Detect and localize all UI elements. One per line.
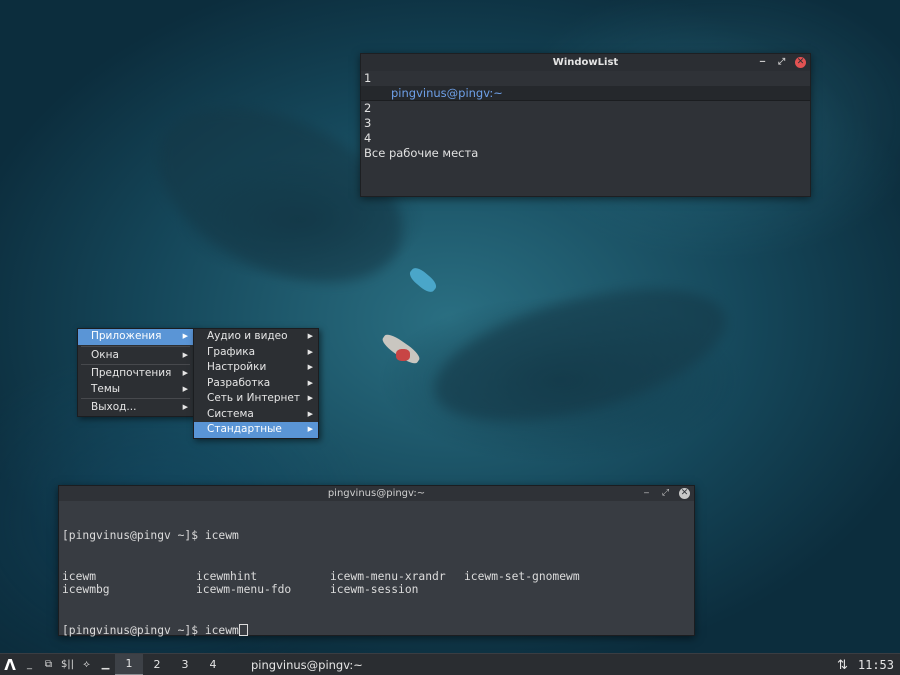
chevron-right-icon: ▶: [182, 403, 188, 411]
minimize-icon[interactable]: ‒: [641, 488, 652, 499]
menu-item-label: Стандартные: [207, 423, 282, 435]
wallpaper-surfer-1: [407, 264, 439, 296]
menu-item-label: Графика: [207, 345, 256, 358]
menu-item-windows[interactable]: Окна ▶: [78, 348, 193, 364]
terminal-titlebar[interactable]: pingvinus@pingv:~ ‒ ⤢ ✕: [59, 486, 694, 501]
chevron-right-icon: ▶: [307, 347, 313, 356]
workspace-button-2[interactable]: 2: [143, 654, 171, 675]
submenu-item-audio-video[interactable]: Аудио и видео ▶: [194, 329, 318, 345]
chevron-right-icon: ▶: [182, 332, 188, 340]
windowlist-tree: 1 pingvinus@pingv:~ 2 3 4 Все рабочие ме…: [361, 71, 810, 161]
chevron-right-icon: ▶: [307, 378, 313, 387]
terminal-line-1: [pingvinus@pingv ~]$ icewm: [62, 529, 691, 543]
terminal-line-current: [pingvinus@pingv ~]$ icewm: [62, 623, 691, 638]
menu-separator: [81, 364, 190, 365]
applications-submenu: Аудио и видео ▶ Графика ▶ Настройки ▶ Ра…: [193, 328, 319, 439]
settings-launcher-icon[interactable]: ⟡: [77, 654, 96, 675]
menu-item-label: Настройки: [207, 361, 267, 373]
menu-item-label: Сеть и Интернет: [207, 392, 300, 404]
completion-list: icewm icewmhint icewm-menu-xrandr icewm-…: [62, 570, 691, 597]
show-desktop-icon[interactable]: _: [20, 654, 39, 675]
chevron-right-icon: ▶: [182, 369, 188, 377]
menu-item-label: Выход...: [91, 401, 137, 413]
completion-item: icewm-menu-fdo: [196, 583, 292, 596]
maximize-icon[interactable]: ⤢: [660, 488, 671, 499]
windowlist-title: WindowList: [552, 57, 619, 68]
windowlist-window: WindowList ‒ ⤢ ✕ 1 pingvinus@pingv:~ 2 3…: [360, 53, 811, 197]
menu-item-label: Приложения: [91, 330, 162, 342]
completion-item: icewm-menu-xrandr: [330, 569, 446, 583]
chevron-right-icon: ▶: [307, 332, 313, 340]
menu-separator: [81, 398, 190, 399]
desktop: { "windowlist": { "title": "WindowList",…: [0, 0, 900, 675]
wallpaper-surfer-2-person: [396, 349, 410, 361]
clock[interactable]: 11:53: [858, 658, 894, 672]
workspace-button-3[interactable]: 3: [171, 654, 199, 675]
chevron-right-icon: ▶: [307, 363, 313, 371]
workspace-button-4[interactable]: 4: [199, 654, 227, 675]
chevron-right-icon: ▶: [307, 409, 313, 418]
menu-item-logout[interactable]: Выход... ▶: [78, 400, 193, 416]
taskbar-task-terminal[interactable]: pingvinus@pingv:~: [241, 654, 373, 675]
submenu-item-system[interactable]: Система ▶: [194, 407, 318, 423]
terminal-title: pingvinus@pingv:~: [327, 488, 426, 499]
menu-item-label: Система: [207, 407, 254, 420]
close-icon[interactable]: ✕: [679, 488, 690, 499]
terminal-launcher-icon[interactable]: $||: [58, 654, 77, 675]
completion-item: icewmbg: [62, 583, 110, 596]
chevron-right-icon: ▶: [182, 350, 188, 359]
terminal-prompt: [pingvinus@pingv ~]$: [62, 623, 205, 637]
cpu-monitor-icon: ▁: [101, 659, 110, 670]
start-menu: Приложения ▶ Окна ▶ Предпочтения ▶ Темы …: [77, 328, 194, 417]
close-icon[interactable]: ✕: [795, 57, 806, 68]
system-tray: ⇅ 11:53: [837, 654, 894, 675]
window-list-icon[interactable]: ⧉: [39, 654, 58, 675]
chevron-right-icon: ▶: [182, 384, 188, 393]
workspace-item-1[interactable]: 1: [364, 71, 807, 86]
terminal-prompt: [pingvinus@pingv ~]$: [62, 529, 205, 542]
submenu-item-settings[interactable]: Настройки ▶: [194, 360, 318, 376]
submenu-item-graphics[interactable]: Графика ▶: [194, 345, 318, 361]
minimize-icon[interactable]: ‒: [757, 57, 768, 68]
window-item-terminal[interactable]: pingvinus@pingv:~: [361, 86, 810, 101]
terminal-window: pingvinus@pingv:~ ‒ ⤢ ✕ [pingvinus@pingv…: [58, 485, 695, 637]
completion-item: icewm: [62, 569, 97, 583]
all-workspaces-item[interactable]: Все рабочие места: [364, 146, 807, 161]
menu-item-applications[interactable]: Приложения ▶: [78, 329, 193, 345]
maximize-icon[interactable]: ⤢: [776, 57, 787, 68]
workspace-item-2[interactable]: 2: [364, 101, 807, 116]
submenu-item-network[interactable]: Сеть и Интернет ▶: [194, 391, 318, 407]
completion-item: icewmhint: [196, 569, 258, 583]
workspace-button-1[interactable]: 1: [115, 653, 143, 675]
wallpaper-whale-tail: [420, 263, 740, 447]
terminal-output[interactable]: [pingvinus@pingv ~]$ icewm icewm icewmhi…: [59, 501, 694, 665]
menu-separator: [81, 345, 190, 347]
menu-item-label: Окна: [91, 348, 119, 361]
menu-item-label: Разработка: [207, 376, 271, 389]
terminal-command: icewm: [204, 623, 239, 637]
menu-item-label: Предпочтения: [91, 367, 172, 379]
menu-item-themes[interactable]: Темы ▶: [78, 382, 193, 398]
windowlist-titlebar[interactable]: WindowList ‒ ⤢ ✕: [361, 54, 810, 71]
start-menu-button[interactable]: Λ: [0, 654, 20, 675]
menu-item-label: Аудио и видео: [207, 330, 288, 342]
network-icon[interactable]: ⇅: [837, 658, 848, 673]
submenu-item-accessories[interactable]: Стандартные ▶: [194, 422, 318, 438]
chevron-right-icon: ▶: [307, 425, 313, 433]
menu-item-preferences[interactable]: Предпочтения ▶: [78, 366, 193, 382]
completion-item: icewm-set-gnomewm: [464, 569, 580, 583]
terminal-cursor: [238, 623, 248, 636]
workspace-item-3[interactable]: 3: [364, 116, 807, 131]
workspace-item-4[interactable]: 4: [364, 131, 807, 146]
completion-item: [464, 583, 604, 597]
terminal-command: icewm: [204, 529, 239, 542]
submenu-item-development[interactable]: Разработка ▶: [194, 376, 318, 392]
completion-item: icewm-session: [330, 583, 419, 596]
menu-item-label: Темы: [91, 382, 121, 395]
chevron-right-icon: ▶: [307, 394, 313, 402]
taskbar: Λ _ ⧉ $|| ⟡ ▁ 1 2 3 4 pingvinus@pingv:~ …: [0, 653, 900, 675]
